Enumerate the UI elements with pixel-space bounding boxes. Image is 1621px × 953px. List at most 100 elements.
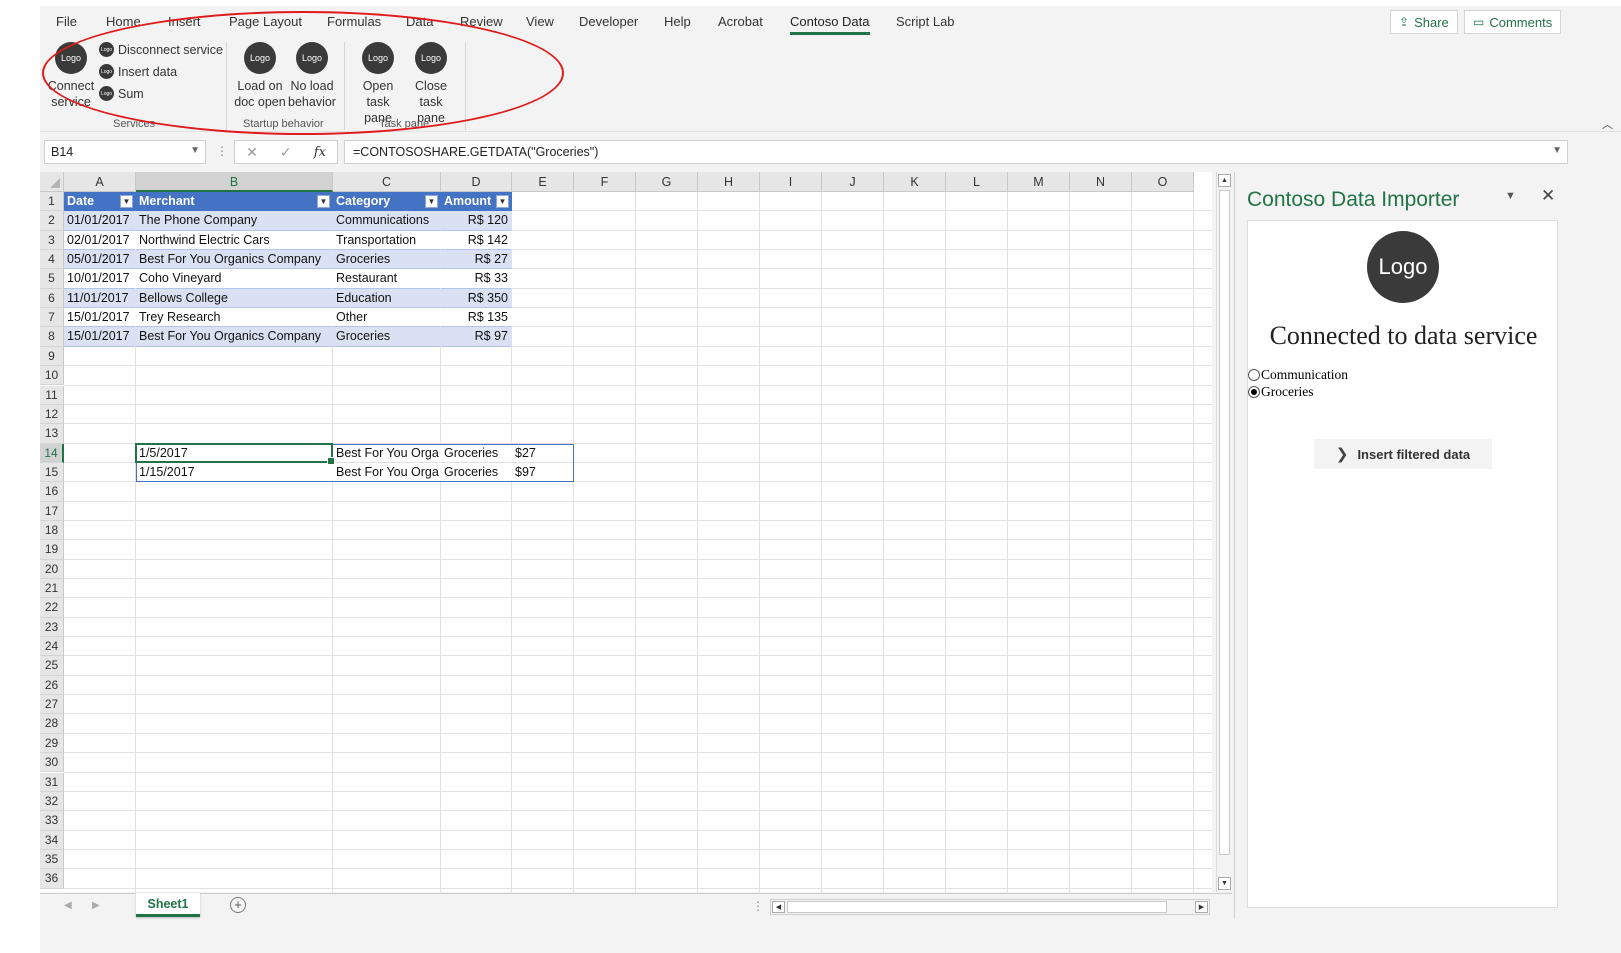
table-cell[interactable]: Best For You Organics Company [136,327,333,347]
scroll-up-icon[interactable]: ▲ [1218,174,1231,187]
column-header-j[interactable]: J [822,172,884,192]
radio-button[interactable] [1248,369,1260,381]
tab-help[interactable]: Help [664,14,691,29]
tab-data[interactable]: Data [406,14,433,29]
table-header-cell[interactable]: Amount ▼ [441,192,512,212]
table-cell[interactable]: R$ 135 [441,308,512,328]
row-header[interactable]: 27 [40,695,64,715]
spill-cell[interactable]: Best For You Orga [333,443,441,463]
column-header-d[interactable]: D [441,172,512,192]
tab-file[interactable]: File [56,14,77,29]
spill-cell[interactable]: Groceries [441,462,512,483]
table-cell[interactable]: Bellows College [136,288,333,309]
collapse-ribbon-icon[interactable]: ︿ [1602,116,1613,132]
option-groceries[interactable]: Groceries [1248,384,1313,400]
spill-cell[interactable]: 1/15/2017 [136,462,333,483]
option-communication[interactable]: Communication [1248,367,1348,383]
spreadsheet-grid[interactable]: A B C D E F G H I J K L M N O 1 2 3 4 5 6 7 8 9 10 11 12 13 14 15 16 17… [40,172,1212,892]
tab-home[interactable]: Home [106,14,141,29]
filter-dropdown-icon[interactable]: ▼ [425,195,438,208]
select-all-corner[interactable] [40,172,64,192]
row-header[interactable]: 3 [40,230,64,251]
drag-handle-icon[interactable]: ⋮ [752,899,764,913]
row-header[interactable]: 1 [40,192,64,212]
scroll-left-icon[interactable]: ◀ [772,901,785,913]
table-cell[interactable]: Communications [333,211,441,231]
pane-menu-icon[interactable]: ▼ [1505,190,1516,202]
row-header[interactable]: 8 [40,327,64,347]
table-header-cell[interactable]: Merchant ▼ [136,192,333,212]
row-header[interactable]: 4 [40,250,64,270]
row-header[interactable]: 36 [40,869,64,889]
column-header-b[interactable]: B [136,172,333,192]
column-header-g[interactable]: G [636,172,698,192]
name-box[interactable]: B14 ▼ [44,140,206,164]
column-header-k[interactable]: K [884,172,946,192]
table-cell[interactable]: 05/01/2017 [64,250,136,270]
table-cell[interactable]: 01/01/2017 [64,211,136,231]
row-header[interactable]: 31 [40,772,64,792]
row-header[interactable]: 17 [40,501,64,521]
row-header[interactable]: 22 [40,598,64,618]
tab-review[interactable]: Review [460,14,503,29]
column-header-o[interactable]: O [1132,172,1194,192]
formula-input[interactable]: =CONTOSOSHARE.GETDATA("Groceries") ▼ [344,140,1568,164]
scrollbar-thumb[interactable] [787,901,1167,913]
filter-dropdown-icon[interactable]: ▼ [317,195,330,208]
row-header[interactable]: 25 [40,656,64,676]
table-cell[interactable]: Coho Vineyard [136,269,333,289]
row-header[interactable]: 14 [40,443,64,463]
row-header[interactable]: 32 [40,791,64,812]
table-cell[interactable]: Groceries [333,327,441,347]
column-header-e[interactable]: E [512,172,574,192]
row-header[interactable]: 33 [40,811,64,831]
sheet-prev-icon[interactable]: ◀ [64,900,72,911]
row-header[interactable]: 10 [40,366,64,386]
chevron-down-icon[interactable]: ▼ [1552,145,1562,156]
table-cell[interactable]: Restaurant [333,269,441,289]
table-cell[interactable]: Transportation [333,230,441,251]
column-header-i[interactable]: I [760,172,822,192]
row-header[interactable]: 12 [40,404,64,425]
share-button[interactable]: ⇪ Share [1390,10,1458,34]
column-header-f[interactable]: F [574,172,636,192]
column-header-n[interactable]: N [1070,172,1132,192]
table-cell[interactable]: R$ 120 [441,211,512,231]
table-cell[interactable]: Best For You Organics Company [136,250,333,270]
row-header[interactable]: 24 [40,637,64,657]
filter-dropdown-icon[interactable]: ▼ [496,195,509,208]
table-cell[interactable]: 11/01/2017 [64,288,136,309]
row-header[interactable]: 18 [40,520,64,541]
table-cell[interactable]: R$ 97 [441,327,512,347]
tab-insert[interactable]: Insert [168,14,201,29]
sheet-tab-sheet1[interactable]: Sheet1 [136,893,200,917]
row-header[interactable]: 30 [40,753,64,773]
table-cell[interactable]: The Phone Company [136,211,333,231]
vertical-scrollbar[interactable]: ▲ ▼ [1216,172,1232,892]
column-header-a[interactable]: A [64,172,136,192]
table-cell[interactable]: 15/01/2017 [64,308,136,328]
spill-cell[interactable]: $27 [512,443,574,463]
chevron-down-icon[interactable]: ▼ [190,145,200,156]
connect-service-button[interactable]: Logo Connect service [46,38,96,110]
tab-view[interactable]: View [526,14,554,29]
scroll-right-icon[interactable]: ▶ [1195,901,1208,913]
scrollbar-thumb[interactable] [1219,190,1230,855]
row-header[interactable]: 28 [40,714,64,734]
table-cell[interactable]: R$ 33 [441,269,512,289]
row-header[interactable]: 9 [40,346,64,367]
spill-cell[interactable]: Groceries [441,443,512,463]
row-header[interactable]: 13 [40,424,64,444]
row-header[interactable]: 5 [40,269,64,289]
row-header[interactable]: 19 [40,540,64,560]
drag-handle-icon[interactable]: ⋮ [216,144,228,158]
sum-button[interactable]: Logo Sum [99,86,144,101]
column-header-c[interactable]: C [333,172,441,192]
table-header-cell[interactable]: Date ▼ [64,192,136,212]
tab-script-lab[interactable]: Script Lab [896,14,955,29]
row-header[interactable]: 16 [40,482,64,502]
table-cell[interactable]: Trey Research [136,308,333,328]
row-header[interactable]: 21 [40,579,64,599]
tab-contoso-data[interactable]: Contoso Data [790,14,870,35]
table-cell[interactable]: Northwind Electric Cars [136,230,333,251]
